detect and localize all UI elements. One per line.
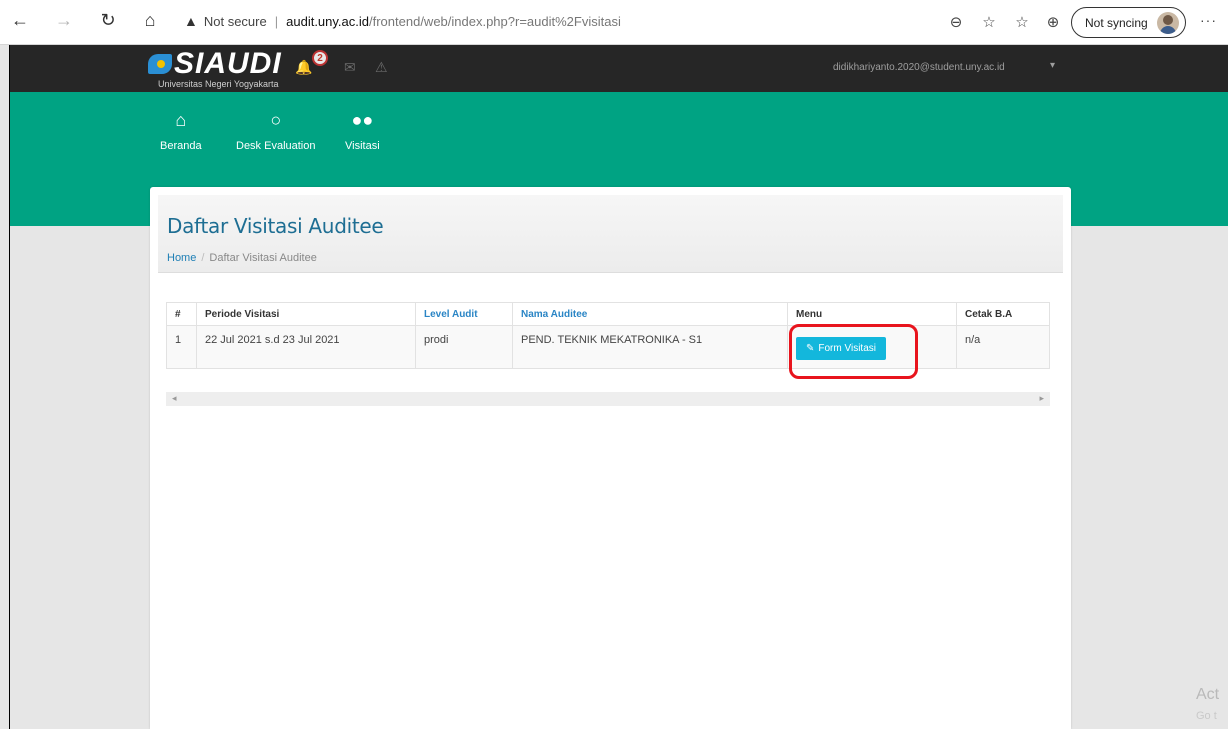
zoom-icon[interactable]: ⊖ [945,11,967,33]
breadcrumb-separator: / [201,252,205,264]
warning-icon: ▲ [184,13,198,29]
more-menu-icon[interactable]: ··· [1200,12,1217,28]
col-periode: Periode Visitasi [196,302,416,326]
refresh-icon[interactable]: ↻ [96,8,120,32]
home-icon: ⌂ [175,110,187,130]
cell-cetak: n/a [956,325,1050,369]
url-path: /frontend/web/index.php?r=audit%2Fvisita… [369,13,621,29]
sync-label: Not syncing [1085,15,1148,30]
collections-icon[interactable]: ⊕ [1042,11,1064,33]
breadcrumb-home[interactable]: Home [167,252,196,264]
home-browser-icon[interactable]: ⌂ [138,8,162,32]
col-menu: Menu [787,302,957,326]
security-label: Not secure [203,13,267,29]
col-level-audit[interactable]: Level Audit [415,302,513,326]
mail-icon[interactable]: ✉ [344,59,356,76]
menu-beranda[interactable]: ⌂ Beranda [160,110,202,152]
logo-text: SIAUDI [174,47,282,80]
table-header-row: # Periode Visitasi Level Audit Nama Audi… [166,302,1050,326]
browser-toolbar: ← → ↻ ⌂ ▲ Not secure | audit.uny.ac.id/f… [0,0,1228,45]
col-nama-auditee[interactable]: Nama Auditee [512,302,788,326]
profile-avatar [1157,12,1179,34]
scroll-right-icon[interactable]: ▸ [1039,393,1044,404]
site-logo[interactable]: SIAUDI [148,49,282,79]
favorite-add-icon[interactable]: ☆ [978,11,1000,33]
col-cetak-ba: Cetak B.A [956,302,1050,326]
forward-icon[interactable]: → [52,8,76,32]
users-icon: ●● [351,110,374,130]
breadcrumb-current: Daftar Visitasi Auditee [209,252,317,264]
cell-periode: 22 Jul 2021 s.d 23 Jul 2021 [196,325,416,369]
col-number: # [166,302,197,326]
notification-badge: 2 [312,50,328,66]
page-title: Daftar Visitasi Auditee [167,214,384,238]
address-separator: | [274,13,279,29]
logo-mark-icon [148,54,172,74]
url-host: audit.uny.ac.id [286,13,369,29]
cell-number: 1 [166,325,197,369]
scroll-left-icon[interactable]: ◂ [172,393,177,404]
activation-watermark-sub: Go t [1196,710,1217,722]
activation-watermark: Act [1196,686,1220,703]
menu-desk-evaluation[interactable]: ○ Desk Evaluation [236,110,316,152]
cell-nama: PEND. TEKNIK MEKATRONIKA - S1 [512,325,788,369]
menu-label: Desk Evaluation [236,140,316,152]
address-bar[interactable]: ▲ Not secure | audit.uny.ac.id/frontend/… [172,6,928,36]
user-email[interactable]: didikhariyanto.2020@student.uny.ac.id [833,62,1005,73]
alert-icon[interactable]: ⚠ [375,59,388,76]
content-card: Daftar Visitasi Auditee Home / Daftar Visi… [150,187,1071,729]
back-icon[interactable]: ← [8,8,32,32]
cell-level: prodi [415,325,513,369]
user-caret-icon[interactable]: ▾ [1050,60,1055,71]
highlight-annotation [789,324,918,379]
menu-label: Beranda [160,140,202,152]
sync-button[interactable]: Not syncing [1071,7,1186,38]
logo-subtitle: Universitas Negeri Yogyakarta [158,79,279,89]
site-topbar: SIAUDI Universitas Negeri Yogyakarta 🔔 2… [10,45,1228,92]
page-header: Daftar Visitasi Auditee Home / Daftar Visi… [158,195,1063,273]
horizontal-scrollbar[interactable]: ◂ ▸ [166,392,1050,406]
favorites-icon[interactable]: ☆ [1011,11,1033,33]
chat-icon: ○ [270,110,282,130]
menu-label: Visitasi [345,140,380,152]
menu-visitasi[interactable]: ●● Visitasi [345,110,380,152]
breadcrumb: Home / Daftar Visitasi Auditee [167,252,317,264]
bell-icon[interactable]: 🔔 [295,59,312,76]
